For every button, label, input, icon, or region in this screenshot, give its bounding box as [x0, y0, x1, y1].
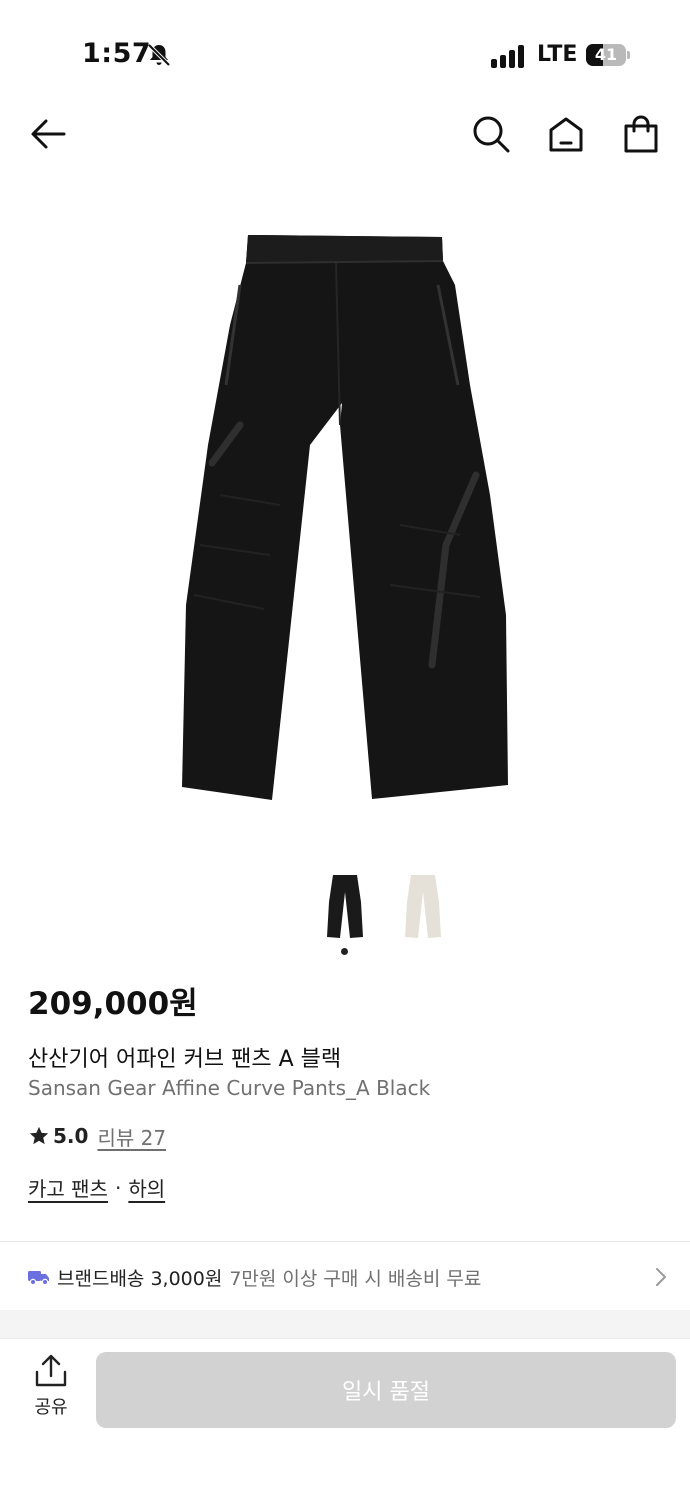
category-separator: ·	[114, 1175, 122, 1200]
share-icon[interactable]	[27, 1354, 75, 1388]
category-link[interactable]: 카고 팬츠	[28, 1173, 108, 1202]
cellular-signal-icon	[491, 44, 527, 68]
search-icon[interactable]	[469, 112, 513, 156]
battery-icon: 41	[586, 44, 626, 66]
product-image[interactable]	[160, 225, 530, 815]
section-divider	[0, 1241, 690, 1242]
chevron-right-icon	[656, 1268, 666, 1286]
thumbnail-black[interactable]	[323, 872, 367, 942]
rating-row: 5.0 리뷰 27	[28, 1122, 166, 1150]
battery-level: 41	[594, 45, 618, 64]
review-link[interactable]: 리뷰 27	[97, 1122, 166, 1151]
gallery-indicator-dot	[341, 948, 348, 955]
truck-icon	[28, 1271, 49, 1286]
arrow-left-icon[interactable]	[26, 112, 70, 156]
network-type: LTE	[537, 42, 578, 67]
parent-category-link[interactable]: 하의	[128, 1173, 165, 1202]
shipping-label: 브랜드배송 3,000원	[57, 1267, 223, 1290]
rating-value: 5.0	[53, 1124, 89, 1148]
share-label[interactable]: 공유	[27, 1393, 75, 1419]
shipping-info-row[interactable]: 브랜드배송 3,000원 7만원 이상 구매 시 배송비 무료	[28, 1260, 668, 1294]
shipping-note: 7만원 이상 구매 시 배송비 무료	[229, 1267, 482, 1290]
product-name-korean: 산산기어 어파인 커브 팬츠 A 블랙	[28, 1047, 342, 1072]
star-icon	[29, 1126, 49, 1145]
thumbnail-ivory[interactable]	[401, 872, 445, 942]
product-name-english: Sansan Gear Affine Curve Pants_A Black	[28, 1076, 431, 1100]
sold-out-button[interactable]: 일시 품절	[96, 1352, 676, 1428]
bell-slash-icon	[147, 43, 171, 67]
shopping-bag-icon[interactable]	[619, 112, 663, 156]
home-icon[interactable]	[544, 112, 588, 156]
status-time: 1:57	[82, 38, 152, 69]
section-spacer	[0, 1310, 690, 1340]
category-breadcrumb: 카고 팬츠 · 하의	[28, 1173, 165, 1202]
battery-tip	[627, 51, 630, 59]
product-price: 209,000원	[28, 986, 198, 1022]
